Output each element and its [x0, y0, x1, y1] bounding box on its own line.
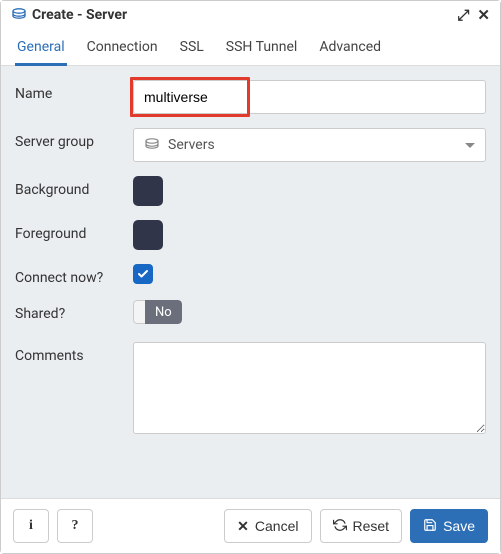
- reset-button[interactable]: Reset: [320, 509, 403, 543]
- info-button[interactable]: i: [13, 509, 49, 543]
- comments-textarea[interactable]: [133, 342, 486, 434]
- close-icon: ✕: [237, 519, 249, 533]
- row-background: Background: [15, 176, 486, 206]
- info-icon: i: [29, 519, 33, 533]
- label-connect-now: Connect now?: [15, 264, 133, 286]
- dialog-title-text: Create - Server: [32, 7, 127, 23]
- servers-icon: [144, 138, 160, 152]
- row-foreground: Foreground: [15, 220, 486, 250]
- dialog-footer: i ? ✕ Cancel Reset Save: [1, 498, 500, 553]
- tab-general[interactable]: General: [15, 31, 67, 65]
- maximize-icon[interactable]: ⤢: [457, 8, 469, 23]
- label-shared: Shared?: [15, 300, 133, 322]
- tab-advanced[interactable]: Advanced: [317, 31, 383, 65]
- label-name: Name: [15, 80, 133, 102]
- tab-connection[interactable]: Connection: [85, 31, 160, 65]
- server-group-value: Servers: [168, 137, 215, 153]
- dialog-title: Create - Server: [11, 7, 457, 23]
- row-name: Name: [15, 80, 486, 114]
- name-input[interactable]: [133, 80, 486, 114]
- tab-label: General: [17, 39, 65, 55]
- tab-label: SSH Tunnel: [226, 39, 298, 55]
- tab-label: SSL: [180, 39, 204, 55]
- connect-now-checkbox[interactable]: [133, 264, 153, 284]
- row-comments: Comments: [15, 342, 486, 438]
- row-connect-now: Connect now?: [15, 264, 486, 286]
- tabs: General Connection SSL SSH Tunnel Advanc…: [1, 27, 500, 66]
- help-button[interactable]: ?: [57, 509, 93, 543]
- create-server-dialog: Create - Server ⤢ ✕ General Connection S…: [0, 0, 501, 554]
- tab-ssh-tunnel[interactable]: SSH Tunnel: [224, 31, 300, 65]
- close-icon[interactable]: ✕: [477, 8, 490, 23]
- label-foreground: Foreground: [15, 220, 133, 242]
- row-shared: Shared? No: [15, 300, 486, 328]
- server-icon: [11, 8, 27, 22]
- save-button-label: Save: [443, 518, 475, 534]
- foreground-color-picker[interactable]: [133, 220, 163, 250]
- tab-ssl[interactable]: SSL: [178, 31, 206, 65]
- shared-toggle[interactable]: No: [133, 300, 182, 324]
- help-icon: ?: [72, 519, 79, 533]
- label-server-group: Server group: [15, 128, 133, 150]
- dialog-body: Name Server group: [1, 66, 500, 498]
- background-color-picker[interactable]: [133, 176, 163, 206]
- save-icon: [423, 518, 437, 535]
- cancel-button[interactable]: ✕ Cancel: [224, 509, 311, 543]
- row-server-group: Server group Servers: [15, 128, 486, 162]
- cancel-button-label: Cancel: [255, 518, 299, 534]
- tab-label: Advanced: [319, 39, 381, 55]
- label-background: Background: [15, 176, 133, 198]
- dialog-header: Create - Server ⤢ ✕: [1, 1, 500, 27]
- reset-button-label: Reset: [353, 518, 390, 534]
- chevron-down-icon: [465, 143, 475, 148]
- toggle-handle: [133, 300, 145, 324]
- label-comments: Comments: [15, 342, 133, 364]
- server-group-select[interactable]: Servers: [133, 128, 486, 162]
- save-button[interactable]: Save: [410, 509, 488, 543]
- toggle-label: No: [145, 300, 182, 324]
- tab-label: Connection: [87, 39, 158, 55]
- recycle-icon: [333, 518, 347, 535]
